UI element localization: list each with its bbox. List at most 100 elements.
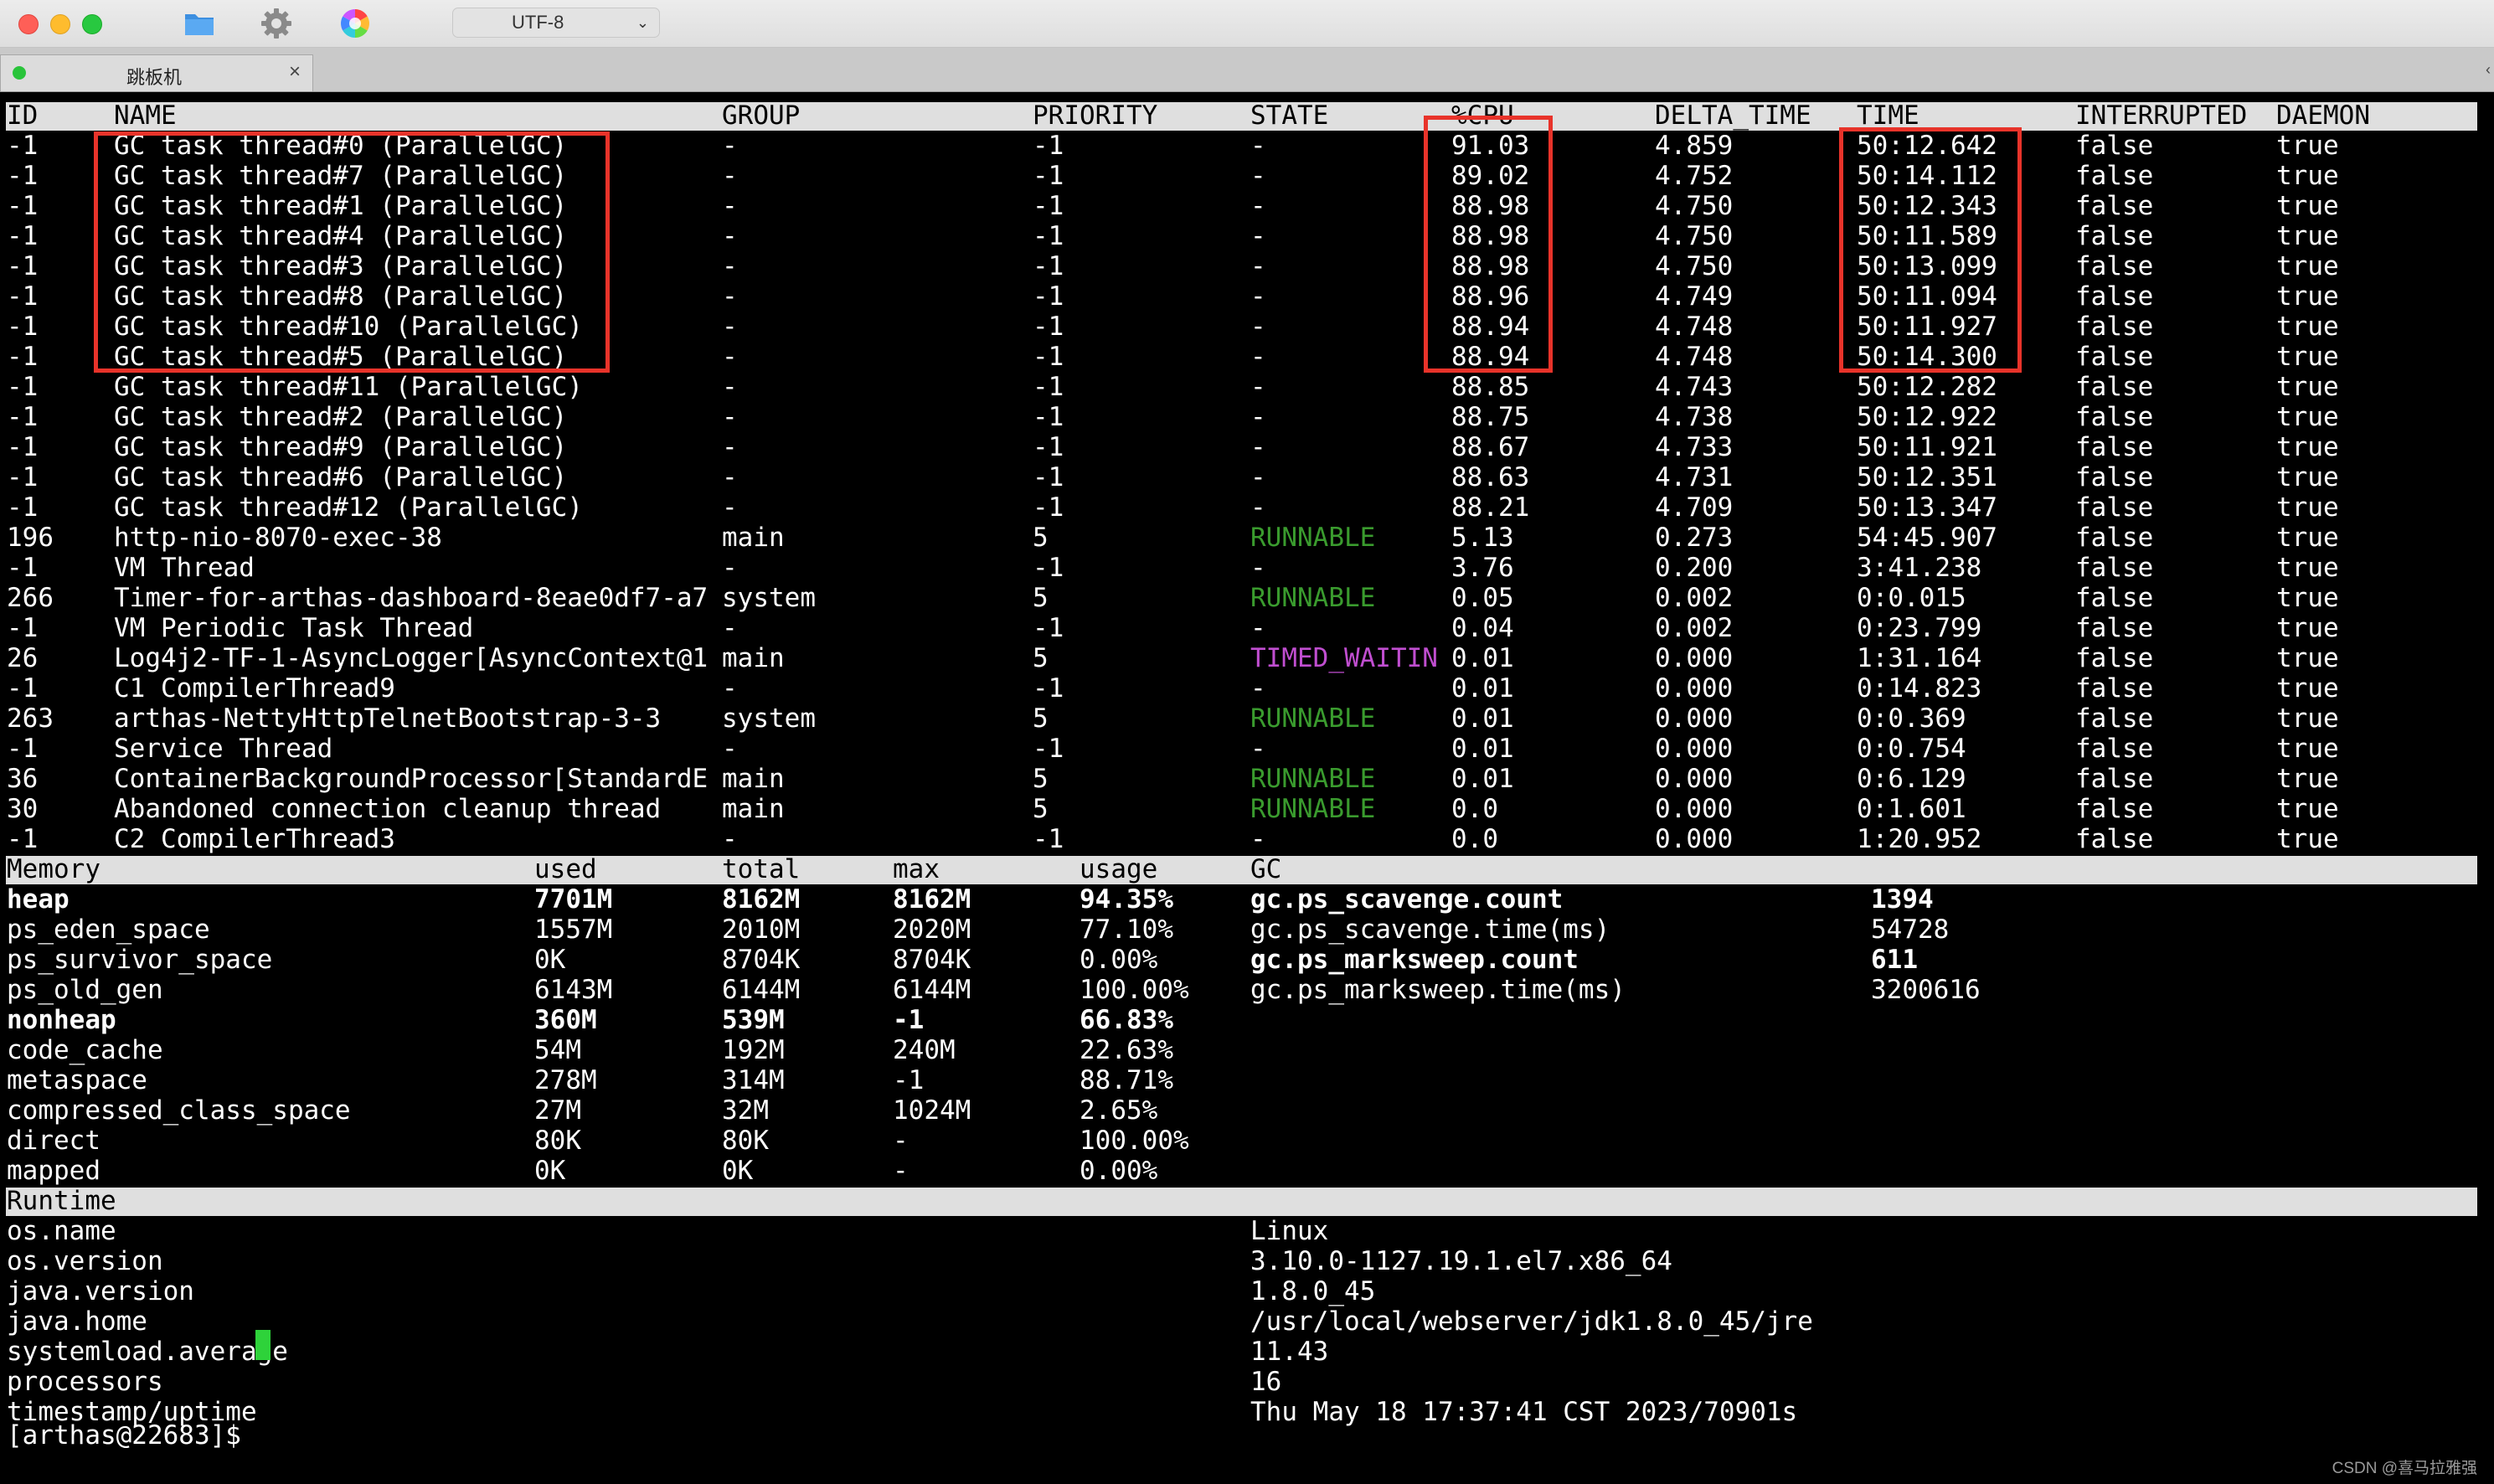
thread-group: -: [722, 161, 738, 191]
thread-daemon: true: [2276, 281, 2339, 312]
thread-group: -: [722, 553, 738, 583]
thread-priority: -1: [1033, 492, 1064, 523]
thread-daemon: true: [2276, 734, 2339, 764]
thread-name: VM Thread: [114, 553, 255, 583]
thread-cpu: 0.05: [1451, 583, 1514, 613]
thread-priority: -1: [1033, 191, 1064, 221]
thread-group: main: [722, 643, 785, 673]
thread-id: -1: [7, 734, 39, 764]
encoding-select[interactable]: UTF-8 ⌄: [452, 8, 660, 38]
memory-max: 2020M: [893, 915, 971, 945]
thread-name: http-nio-8070-exec-38: [114, 523, 442, 553]
runtime-row: processors 16: [0, 1367, 2494, 1397]
runtime-key: java.home: [7, 1306, 147, 1337]
folder-icon[interactable]: [183, 7, 216, 40]
thread-priority: -1: [1033, 402, 1064, 432]
close-window-button[interactable]: [18, 14, 39, 34]
thread-delta-time: 0.000: [1655, 824, 1734, 854]
gear-icon[interactable]: [260, 7, 293, 40]
thread-group: main: [722, 794, 785, 824]
memory-total: 0K: [722, 1156, 754, 1186]
chevron-down-icon: ⌄: [636, 14, 649, 31]
thread-priority: 5: [1033, 643, 1049, 673]
thread-interrupted: false: [2075, 191, 2154, 221]
thread-id: -1: [7, 402, 39, 432]
thread-interrupted: false: [2075, 583, 2154, 613]
thread-header-row: ID NAME GROUP PRIORITY STATE %CPU DELTA_TIME TI…: [0, 100, 2494, 131]
thread-id: -1: [7, 221, 39, 251]
thread-interrupted: false: [2075, 703, 2154, 734]
memory-total: 8162M: [722, 884, 801, 915]
thread-state: -: [1250, 613, 1266, 643]
tab-title: 跳板机: [126, 67, 183, 88]
highlight-box-time: [1839, 127, 2022, 373]
encoding-value: UTF-8: [512, 12, 564, 33]
thread-name: C2 CompilerThread3: [114, 824, 395, 854]
thread-id: -1: [7, 492, 39, 523]
terminal-output[interactable]: ID NAME GROUP PRIORITY STATE %CPU DELTA_TIME TI…: [0, 92, 2494, 1484]
thread-interrupted: false: [2075, 824, 2154, 854]
thread-row: 196 http-nio-8070-exec-38 main 5 RUNNABLE 5.1…: [0, 523, 2494, 553]
thread-cpu: 3.76: [1451, 553, 1514, 583]
thread-interrupted: false: [2075, 523, 2154, 553]
thread-state: RUNNABLE: [1250, 703, 1376, 734]
thread-id: -1: [7, 432, 39, 462]
memory-usage: 66.83%: [1080, 1005, 1173, 1035]
thread-group: -: [722, 221, 738, 251]
memory-used: 7701M: [534, 884, 613, 915]
chevron-left-icon[interactable]: ‹: [2486, 61, 2491, 79]
thread-delta-time: 0.000: [1655, 643, 1734, 673]
zoom-window-button[interactable]: [82, 14, 102, 34]
thread-daemon: true: [2276, 131, 2339, 161]
thread-time: 50:12.922: [1857, 402, 1997, 432]
close-tab-icon[interactable]: ×: [289, 60, 301, 84]
runtime-value: 1.8.0_45: [1250, 1276, 1376, 1306]
thread-delta-time: 4.748: [1655, 342, 1734, 372]
thread-state: -: [1250, 221, 1266, 251]
thread-group: main: [722, 523, 785, 553]
thread-interrupted: false: [2075, 221, 2154, 251]
color-wheel-icon[interactable]: [338, 7, 372, 40]
thread-group: -: [722, 131, 738, 161]
thread-cpu: 0.01: [1451, 734, 1514, 764]
thread-delta-time: 0.000: [1655, 764, 1734, 794]
thread-state: -: [1250, 673, 1266, 703]
memory-pool-name: nonheap: [7, 1005, 116, 1035]
thread-row: 30 Abandoned connection cleanup thread mai…: [0, 794, 2494, 824]
memory-pool-name: ps_eden_space: [7, 915, 210, 945]
memory-max: 1024M: [893, 1095, 971, 1126]
highlight-box-cpu: [1424, 116, 1553, 373]
minimize-window-button[interactable]: [50, 14, 70, 34]
thread-delta-time: 4.731: [1655, 462, 1734, 492]
thread-priority: -1: [1033, 613, 1064, 643]
memory-used: 360M: [534, 1005, 597, 1035]
thread-daemon: true: [2276, 703, 2339, 734]
thread-row: 26 Log4j2-TF-1-AsyncLogger[AsyncContext@1…: [0, 643, 2494, 673]
thread-group: -: [722, 613, 738, 643]
thread-daemon: true: [2276, 553, 2339, 583]
memory-used: 27M: [534, 1095, 581, 1126]
memory-usage: 77.10%: [1080, 915, 1173, 945]
thread-interrupted: false: [2075, 764, 2154, 794]
thread-group: -: [722, 251, 738, 281]
thread-interrupted: false: [2075, 553, 2154, 583]
thread-id: -1: [7, 312, 39, 342]
thread-daemon: true: [2276, 191, 2339, 221]
gc-metric-value: 611: [1871, 945, 1918, 975]
memory-max: -: [893, 1156, 909, 1186]
thread-priority: 5: [1033, 794, 1049, 824]
memory-total: 539M: [722, 1005, 785, 1035]
thread-delta-time: 0.000: [1655, 734, 1734, 764]
thread-interrupted: false: [2075, 312, 2154, 342]
tab-session[interactable]: 跳板机 ×: [0, 54, 313, 91]
thread-delta-time: 0.002: [1655, 583, 1734, 613]
thread-id: -1: [7, 462, 39, 492]
thread-state: -: [1250, 372, 1266, 402]
thread-id: 36: [7, 764, 39, 794]
thread-interrupted: false: [2075, 643, 2154, 673]
memory-pool-name: mapped: [7, 1156, 100, 1186]
thread-time: 0:0.015: [1857, 583, 1966, 613]
thread-state: -: [1250, 131, 1266, 161]
thread-time: 0:0.754: [1857, 734, 1966, 764]
gc-metric-value: 3200616: [1871, 975, 1981, 1005]
